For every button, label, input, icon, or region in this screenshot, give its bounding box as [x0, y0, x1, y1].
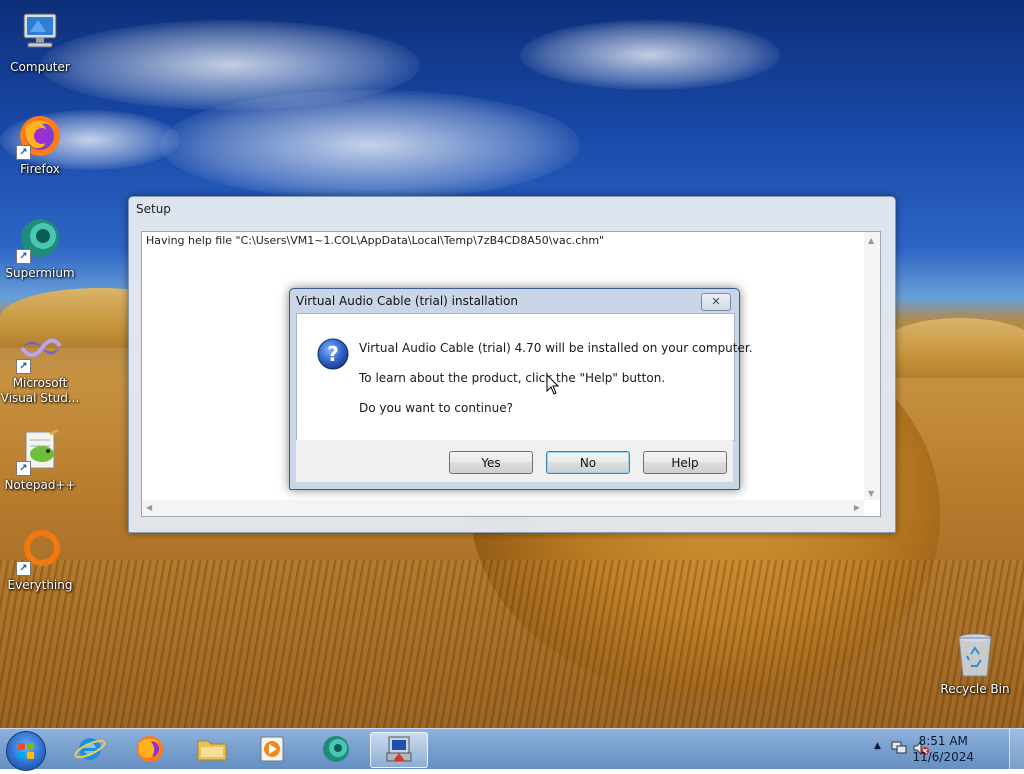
supermium-icon[interactable] [310, 732, 362, 766]
desktop-icon-notepadpp[interactable]: ↗ Notepad++ [0, 428, 80, 493]
desktop-icon-everything[interactable]: ↗ Everything [0, 528, 80, 593]
svg-text:?: ? [327, 342, 339, 366]
setup-log-text: Having help file "C:\Users\VM1~1.COL\App… [146, 234, 605, 247]
setup-icon[interactable] [370, 732, 428, 768]
dialog-body: ? Virtual Audio Cable (trial) 4.70 will … [296, 313, 753, 441]
shortcut-arrow-icon: ↗ [16, 461, 31, 476]
desktop-icon-label: Firefox [20, 162, 60, 176]
help-button[interactable]: Help [643, 451, 727, 474]
vertical-scrollbar[interactable]: ▲ ▼ [864, 232, 880, 500]
scroll-right-icon[interactable]: ▶ [854, 503, 860, 512]
show-desktop-button[interactable] [1009, 729, 1024, 769]
dialog-message-line2: To learn about the product, click the "H… [359, 371, 666, 385]
desktop-icon-recycle-bin[interactable]: Recycle Bin [935, 632, 1015, 697]
taskbar: ▲ 8:51 AM 11/6/2024 [0, 728, 1024, 771]
clock-time: 8:51 AM [918, 734, 968, 748]
horizontal-scrollbar[interactable]: ◀ ▶ [142, 500, 864, 516]
scroll-up-icon[interactable]: ▲ [868, 236, 874, 245]
desktop-icon-firefox[interactable]: ↗ Firefox [0, 112, 80, 177]
mouse-cursor-icon [546, 373, 560, 400]
dialog-message-line3: Do you want to continue? [359, 401, 513, 415]
shortcut-arrow-icon: ↗ [16, 145, 31, 160]
close-icon[interactable]: ✕ [701, 293, 731, 311]
firefox-icon: ↗ [16, 112, 64, 160]
supermium-icon: ↗ [16, 216, 64, 264]
recycle-bin-icon [951, 632, 999, 680]
desktop-icon-supermium[interactable]: ↗ Supermium [0, 216, 80, 281]
field-stubble [0, 560, 1024, 728]
shortcut-arrow-icon: ↗ [16, 359, 31, 374]
desktop-icon-label: Supermium [5, 266, 75, 280]
media-player-icon[interactable] [246, 732, 298, 766]
cloud [160, 90, 580, 200]
desktop-background: Computer ↗ Firefox ↗ Supermium ↗ Microso… [0, 0, 1024, 728]
desktop-icon-label-line1: Microsoft [12, 376, 68, 390]
desktop-icon-label: Notepad++ [4, 478, 76, 492]
shortcut-arrow-icon: ↗ [16, 561, 31, 576]
internet-explorer-icon[interactable] [64, 732, 116, 766]
scroll-down-icon[interactable]: ▼ [868, 489, 874, 498]
desktop-icon-computer[interactable]: Computer [0, 10, 80, 75]
network-icon[interactable] [890, 739, 908, 761]
show-hidden-icons-arrow-icon[interactable]: ▲ [874, 741, 881, 751]
hill [880, 318, 1024, 378]
visual-studio-icon: ↗ [16, 326, 64, 374]
scroll-left-icon[interactable]: ◀ [146, 503, 152, 512]
file-explorer-icon[interactable] [186, 732, 238, 766]
shortcut-arrow-icon: ↗ [16, 249, 31, 264]
cloud [520, 20, 780, 90]
desktop-icon-label: Everything [7, 578, 73, 592]
firefox-icon[interactable] [124, 732, 176, 766]
desktop-icon-visual-studio[interactable]: ↗ Microsoft Visual Stud... [0, 326, 80, 406]
question-icon: ? [317, 338, 349, 370]
no-button[interactable]: No [546, 451, 630, 474]
desktop-icon-label: Computer [10, 60, 70, 74]
clock-date: 11/6/2024 [912, 750, 974, 764]
install-dialog[interactable]: Virtual Audio Cable (trial) installation… [289, 288, 753, 490]
desktop-icon-label: Recycle Bin [940, 682, 1010, 696]
notepadpp-icon: ↗ [16, 428, 64, 476]
dialog-message-line1: Virtual Audio Cable (trial) 4.70 will be… [359, 341, 753, 355]
computer-icon [16, 10, 64, 58]
yes-button[interactable]: Yes [449, 451, 533, 474]
everything-icon: ↗ [16, 528, 64, 576]
system-tray: ▲ 8:51 AM 11/6/2024 [864, 729, 1024, 769]
clock[interactable]: 8:51 AM 11/6/2024 [912, 733, 974, 765]
setup-window-title: Setup [136, 202, 171, 216]
dialog-button-bar: Yes No Help [296, 440, 733, 482]
desktop-icon-label-line2: Visual Stud... [0, 391, 80, 405]
dialog-title: Virtual Audio Cable (trial) installation [296, 294, 518, 308]
start-orb-icon[interactable] [6, 731, 46, 771]
